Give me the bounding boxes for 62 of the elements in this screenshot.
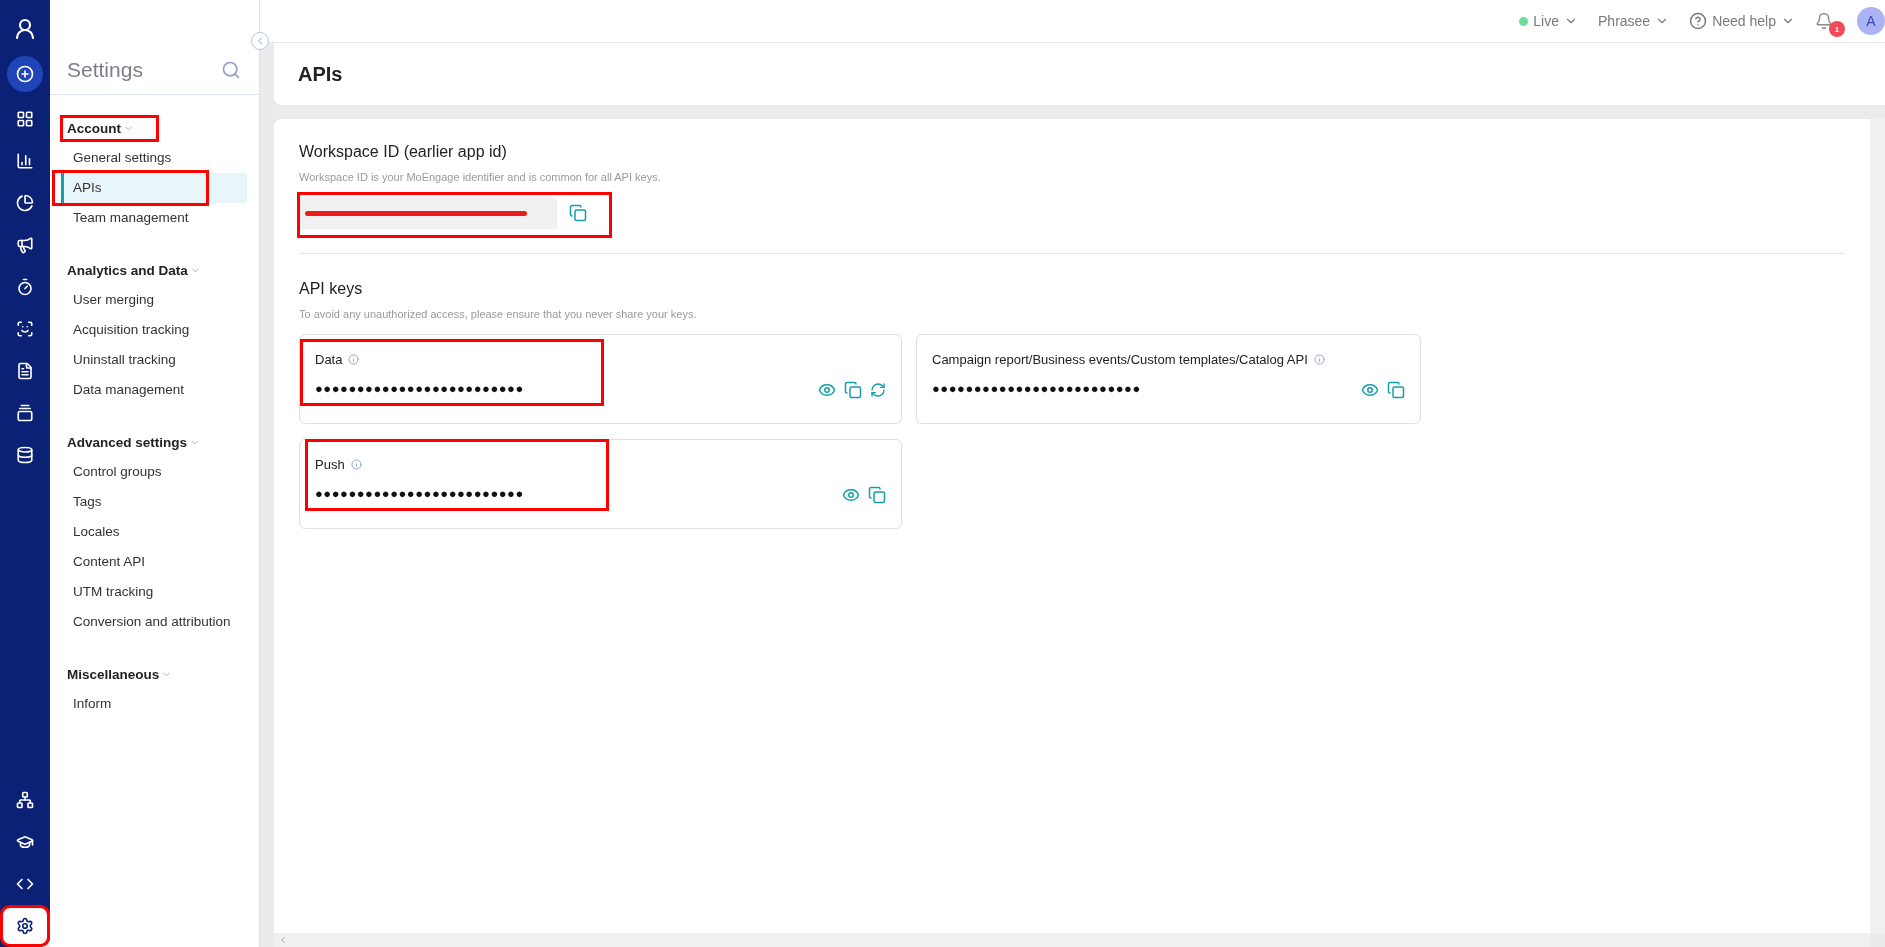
sidebar-item[interactable]: Tags: [50, 487, 247, 517]
user-avatar[interactable]: A: [1857, 7, 1885, 35]
notification-badge: 1: [1829, 21, 1845, 37]
copy-button[interactable]: [1387, 380, 1405, 399]
section-description: Workspace ID is your MoEngage identifier and is common for all API keys.: [299, 171, 662, 183]
section-heading: API keys: [299, 280, 364, 298]
sidebar-item[interactable]: Locales: [50, 517, 247, 547]
sidebar-title: Settings: [67, 58, 143, 82]
megaphone-icon: [16, 236, 34, 254]
sidebar-item[interactable]: Data management: [50, 375, 247, 405]
sidebar-item[interactable]: UTM tracking: [50, 577, 247, 607]
masked-key: ●●●●●●●●●●●●●●●●●●●●●●●●●: [932, 381, 1325, 396]
sidebar-item[interactable]: Uninstall tracking: [50, 345, 247, 375]
workspace-id-field[interactable]: [299, 197, 557, 229]
document-icon: [16, 362, 34, 380]
search-icon[interactable]: [221, 60, 241, 80]
sidebar-item[interactable]: APIs: [61, 173, 247, 203]
bell-icon[interactable]: [1815, 12, 1833, 30]
copy-button[interactable]: [868, 485, 886, 504]
settings-icon: [16, 917, 34, 935]
sidebar-item[interactable]: Control groups: [50, 457, 247, 487]
help-icon: [1689, 12, 1708, 30]
info-icon[interactable]: [1313, 354, 1325, 365]
database-icon: [16, 446, 34, 464]
help-dropdown[interactable]: Need help: [1689, 12, 1795, 30]
workspace-dropdown[interactable]: Phrasee: [1598, 13, 1670, 29]
masked-key: ●●●●●●●●●●●●●●●●●●●●●●●●●: [315, 381, 524, 396]
rail-button[interactable]: [7, 56, 43, 92]
user-logo-icon: [13, 17, 37, 41]
sidebar-item[interactable]: Inform: [50, 689, 247, 719]
info-icon[interactable]: [348, 354, 360, 365]
environment-dropdown[interactable]: Live: [1519, 13, 1578, 29]
stopwatch-icon: [16, 278, 34, 296]
copy-button[interactable]: [844, 380, 862, 399]
horizontal-scrollbar[interactable]: [274, 933, 1870, 947]
section-header[interactable]: Miscellaneous: [60, 661, 198, 688]
info-icon[interactable]: [350, 459, 362, 470]
graduation-cap-icon: [16, 833, 34, 851]
stacked-cards-icon: [16, 404, 34, 422]
sidebar-item[interactable]: User merging: [50, 285, 247, 315]
sidebar-item[interactable]: Team management: [50, 203, 247, 233]
plus-icon: [16, 65, 34, 83]
sidebar-item[interactable]: Content API: [50, 547, 247, 577]
section-header[interactable]: Analytics and Data: [60, 257, 226, 284]
bar-chart-icon: [16, 152, 34, 170]
key-label: Data: [315, 352, 343, 367]
masked-key: ●●●●●●●●●●●●●●●●●●●●●●●●●: [315, 486, 524, 501]
grid-icon: [16, 110, 34, 128]
copy-button[interactable]: [569, 204, 587, 222]
key-label: Push: [315, 457, 345, 472]
section-heading: Workspace ID (earlier app id): [299, 143, 508, 161]
section-header[interactable]: Account: [60, 115, 159, 142]
key-label: Campaign report/Business events/Custom templates/Catalog API: [932, 352, 1308, 367]
network-icon: [16, 791, 34, 809]
sidebar-item[interactable]: Conversion and attribution: [50, 607, 247, 637]
regenerate-button[interactable]: [870, 380, 886, 399]
section-description: To avoid any unauthorized access, please ensure that you never share your keys.: [299, 308, 698, 320]
section-header[interactable]: Advanced settings: [60, 429, 226, 456]
page-title: APIs: [298, 62, 343, 86]
sidebar-item[interactable]: Acquisition tracking: [50, 315, 247, 345]
sidebar-item[interactable]: General settings: [50, 143, 247, 173]
pie-chart-icon: [16, 194, 34, 212]
